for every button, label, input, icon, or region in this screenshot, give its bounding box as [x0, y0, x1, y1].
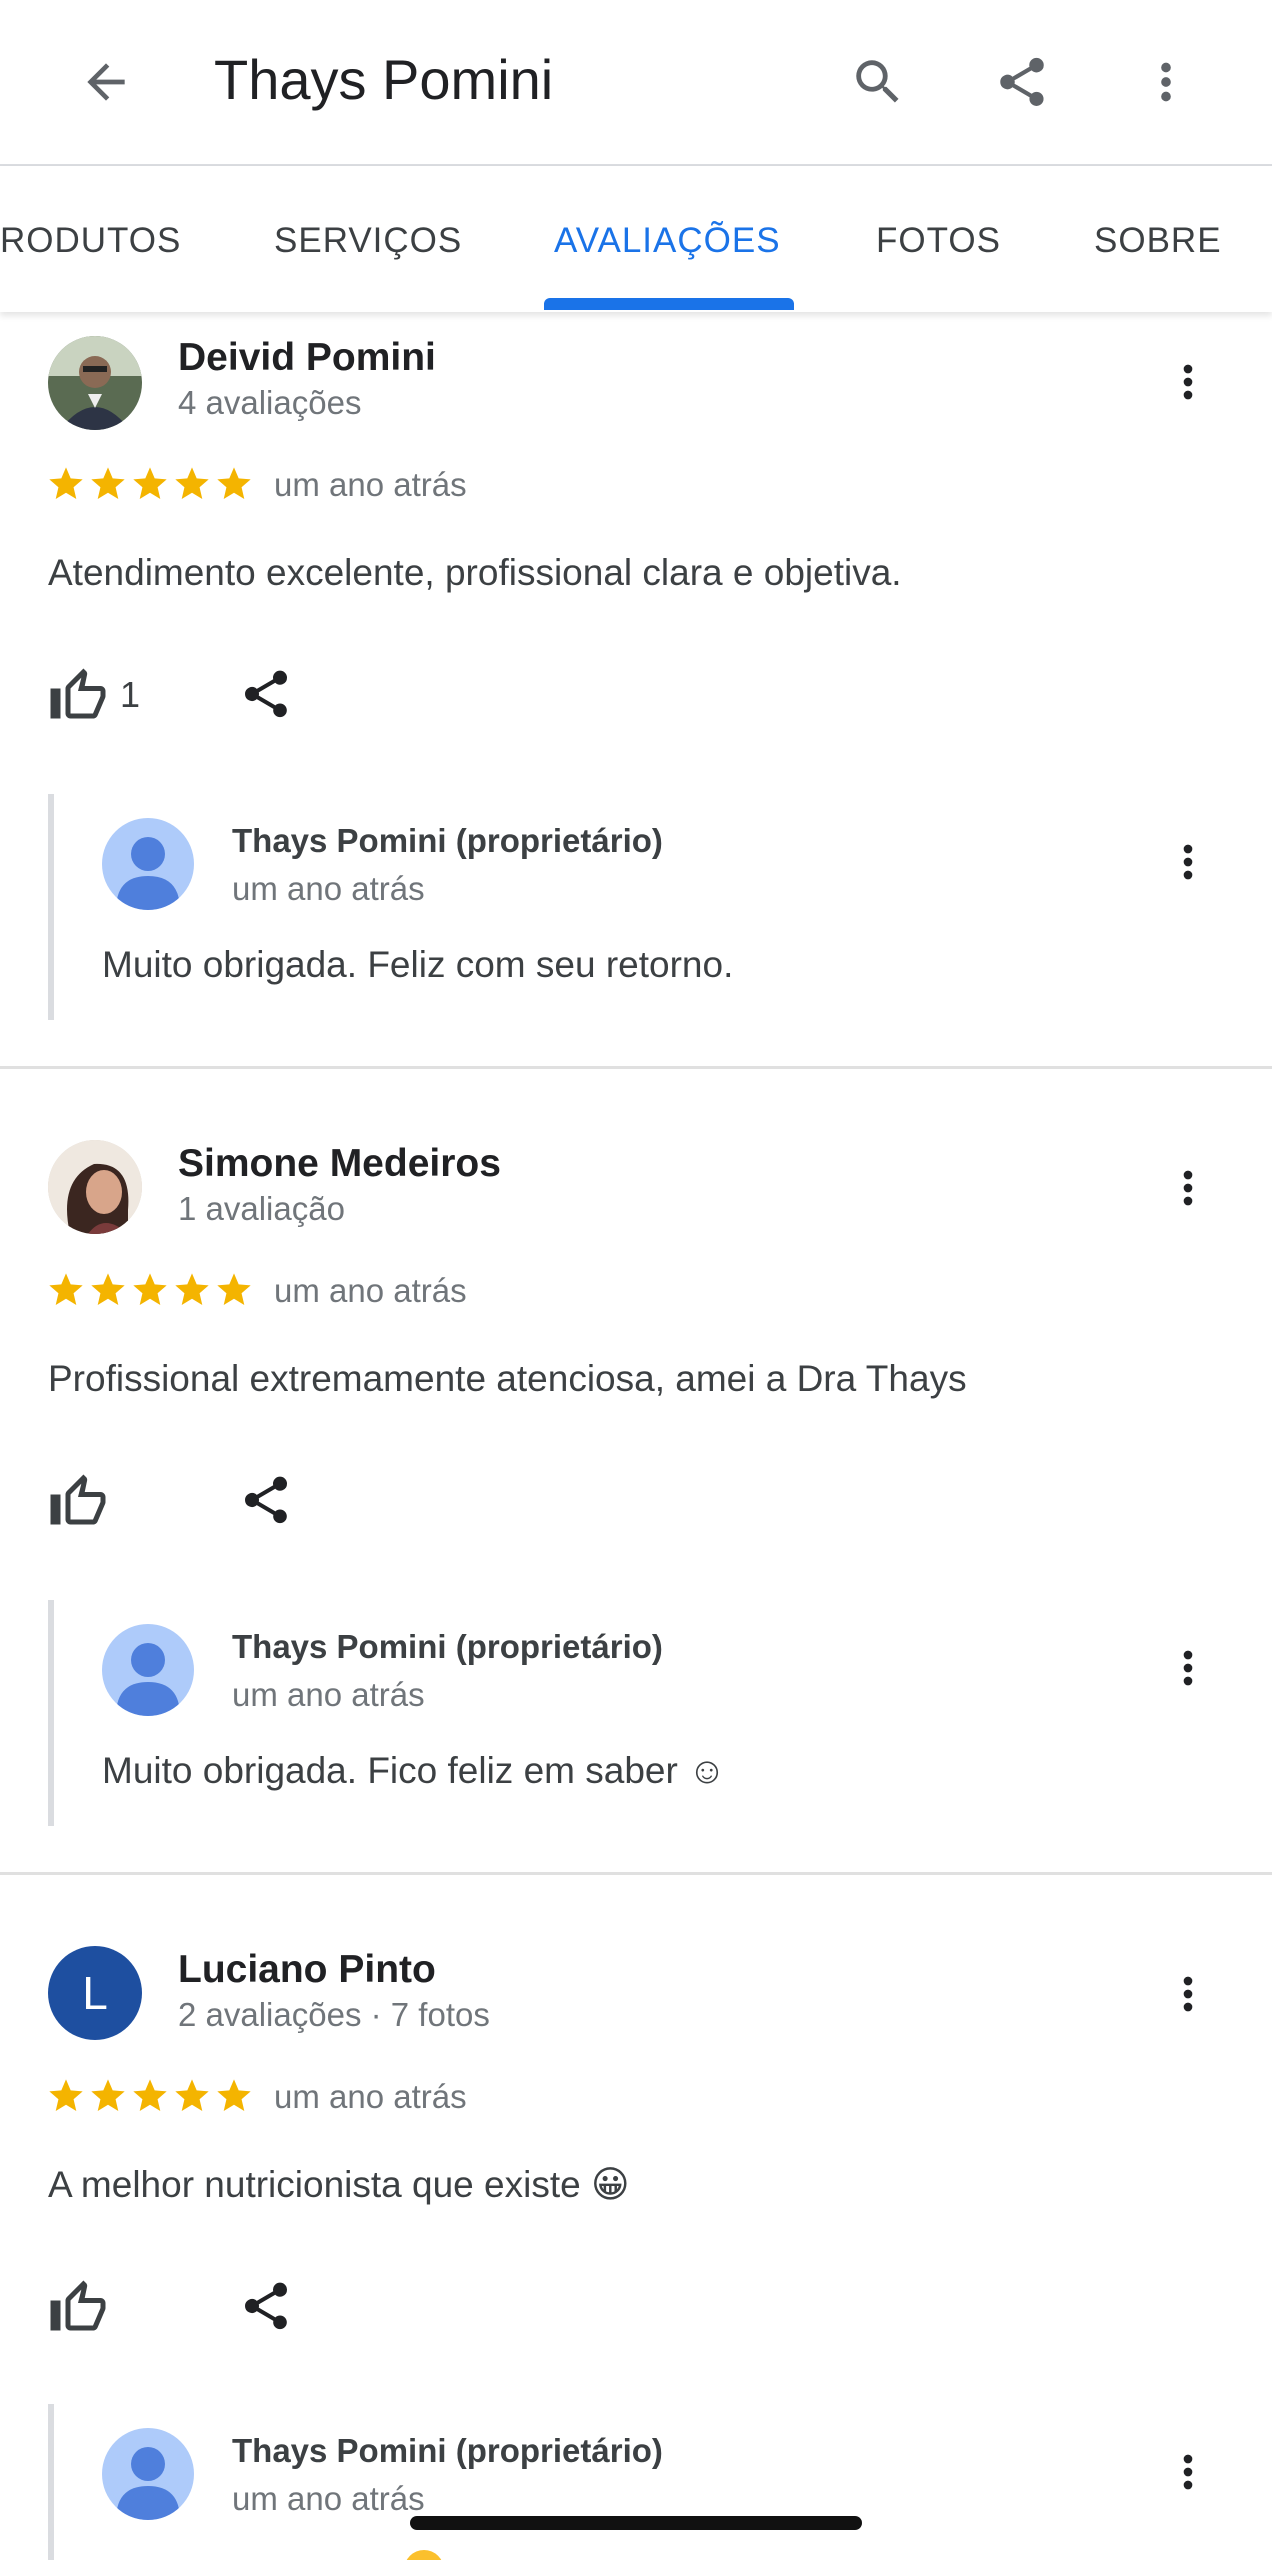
owner-avatar — [102, 818, 194, 910]
reviewer-avatar[interactable]: L — [48, 1946, 142, 2040]
avatar-initial: L — [82, 1967, 108, 2019]
reply-bar — [48, 794, 54, 1020]
review-time: um ano atrás — [274, 466, 467, 503]
reply-more-button[interactable] — [1160, 1632, 1216, 1704]
star-icon — [175, 467, 209, 499]
like-count: 1 — [120, 674, 141, 715]
reviewer-name[interactable]: Deivid Pomini — [178, 334, 436, 382]
share-icon — [244, 2282, 288, 2330]
star-icon — [217, 467, 251, 499]
star-icon — [175, 1273, 209, 1305]
reply-text: Muito obrigada. Feliz com seu retorno. — [102, 944, 734, 985]
emoji-peek — [402, 2548, 446, 2560]
review-text: Profissional extremamente atenciosa, ame… — [48, 1358, 967, 1399]
tab-produtos[interactable]: RODUTOS — [0, 166, 181, 312]
search-icon — [856, 60, 899, 103]
share-icon — [244, 1476, 288, 1524]
reviewer-meta: 4 avaliações — [178, 384, 362, 421]
more-vert-icon — [1183, 1170, 1193, 1206]
reply-author: Thays Pomini (proprietário) — [232, 1628, 663, 1665]
star-rating — [46, 464, 254, 504]
star-icon — [133, 467, 167, 499]
star-icon — [133, 2079, 167, 2111]
home-indicator[interactable] — [410, 2516, 862, 2530]
review-share-button[interactable] — [238, 1472, 298, 1532]
reply-more-button[interactable] — [1160, 2436, 1216, 2508]
review-share-button[interactable] — [238, 666, 298, 726]
like-button[interactable] — [48, 2278, 108, 2338]
star-icon — [91, 1273, 125, 1305]
reply-time: um ano atrás — [232, 870, 425, 907]
reviewer-meta: 2 avaliações · 7 fotos — [178, 1996, 490, 2033]
more-vert-icon — [1183, 2454, 1193, 2490]
like-button[interactable] — [48, 1472, 108, 1532]
review-text: Atendimento excelente, profissional clar… — [48, 552, 902, 593]
reviewer-avatar[interactable] — [48, 336, 142, 430]
star-icon — [49, 1273, 83, 1305]
reviewer-name[interactable]: Simone Medeiros — [178, 1140, 501, 1188]
reply-bar — [48, 2404, 54, 2560]
review-time: um ano atrás — [274, 2078, 467, 2115]
star-icon — [91, 2079, 125, 2111]
star-icon — [217, 1273, 251, 1305]
star-icon — [217, 2079, 251, 2111]
owner-avatar — [102, 1624, 194, 1716]
search-button[interactable] — [842, 46, 914, 118]
reviewer-avatar[interactable] — [48, 1140, 142, 1234]
tab-bar: RODUTOS SERVIÇOS AVALIAÇÕES FOTOS SOBRE — [0, 166, 1272, 312]
back-button[interactable] — [70, 46, 142, 118]
thumb-up-icon — [50, 1474, 106, 1525]
star-icon — [49, 467, 83, 499]
more-vert-icon — [1183, 1976, 1193, 2012]
active-tab-indicator — [544, 298, 794, 310]
star-rating — [46, 1270, 254, 1310]
reviewer-meta: 1 avaliação — [178, 1190, 345, 1227]
more-vert-icon — [1183, 844, 1193, 880]
thumb-up-icon — [50, 668, 106, 719]
tab-fotos[interactable]: FOTOS — [876, 166, 1001, 312]
star-icon — [49, 2079, 83, 2111]
share-icon — [1000, 57, 1044, 106]
share-icon — [244, 670, 288, 718]
tab-avaliacoes[interactable]: AVALIAÇÕES — [554, 166, 781, 312]
arrow-back-icon — [87, 63, 125, 101]
more-vert-icon — [1161, 62, 1171, 102]
page-title: Thays Pomini — [214, 48, 554, 111]
tab-servicos[interactable]: SERVIÇOS — [274, 166, 462, 312]
more-vert-icon — [1183, 1650, 1193, 1686]
more-vert-icon — [1183, 364, 1193, 400]
reply-time: um ano atrás — [232, 2480, 425, 2517]
share-button[interactable] — [986, 46, 1058, 118]
reply-bar — [48, 1600, 54, 1826]
divider — [0, 1872, 1272, 1875]
more-options-button[interactable] — [1130, 46, 1202, 118]
reply-author: Thays Pomini (proprietário) — [232, 2432, 663, 2469]
star-rating — [46, 2076, 254, 2116]
star-icon — [133, 1273, 167, 1305]
review-share-button[interactable] — [238, 2278, 298, 2338]
reviewer-name[interactable]: Luciano Pinto — [178, 1946, 436, 1994]
reply-text: Muito obrigada. Fico feliz em saber ☺ — [102, 1750, 726, 1791]
review-more-button[interactable] — [1160, 1152, 1216, 1224]
app-bar: Thays Pomini — [0, 0, 1272, 166]
star-icon — [91, 467, 125, 499]
review-more-button[interactable] — [1160, 346, 1216, 418]
like-button[interactable] — [48, 666, 108, 726]
review-time: um ano atrás — [274, 1272, 467, 1309]
review-more-button[interactable] — [1160, 1958, 1216, 2030]
reply-author: Thays Pomini (proprietário) — [232, 822, 663, 859]
reply-time: um ano atrás — [232, 1676, 425, 1713]
reply-more-button[interactable] — [1160, 826, 1216, 898]
thumb-up-icon — [50, 2280, 106, 2331]
star-icon — [175, 2079, 209, 2111]
tab-sobre[interactable]: SOBRE — [1094, 166, 1222, 312]
review-text: A melhor nutricionista que existe 😀 — [48, 2164, 630, 2205]
divider — [0, 1066, 1272, 1069]
owner-avatar — [102, 2428, 194, 2520]
